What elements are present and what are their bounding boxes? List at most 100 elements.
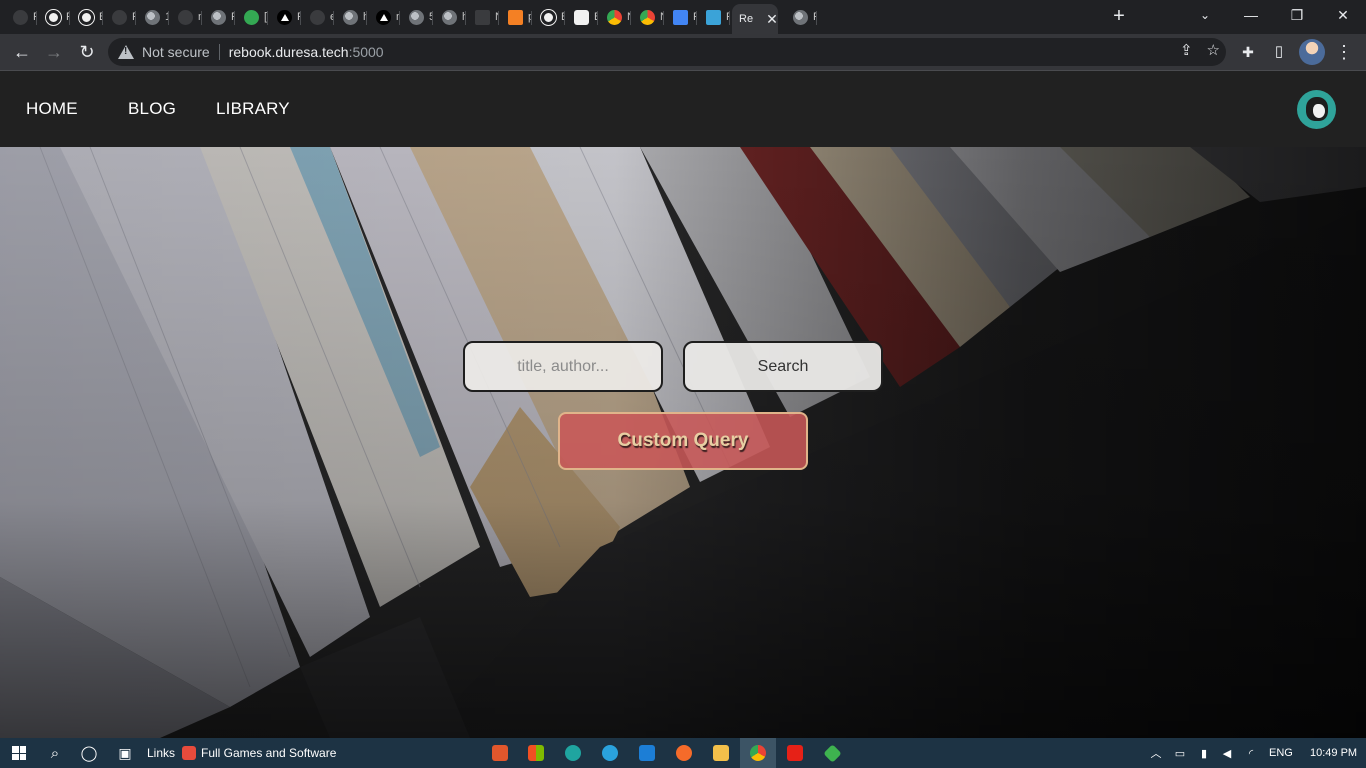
meet-now-icon[interactable]: ▭	[1172, 738, 1188, 768]
chrome-app-icon	[750, 745, 766, 761]
browser-tab[interactable]: R	[786, 5, 817, 29]
tab-separator	[267, 11, 268, 25]
browser-tab[interactable]: e	[303, 5, 334, 29]
browser-tab[interactable]: B	[534, 5, 565, 29]
tab-active[interactable]: Re ✕	[732, 4, 778, 34]
minimize-button[interactable]: —	[1228, 0, 1274, 32]
new-tab-button[interactable]: +	[1108, 4, 1130, 28]
browser-tab[interactable]: B	[567, 5, 598, 29]
globe-icon	[145, 9, 160, 25]
language-indicator[interactable]: ENG	[1269, 738, 1293, 768]
avatar-face	[1313, 104, 1325, 118]
browser-tab[interactable]: N	[468, 5, 499, 29]
close-window-button[interactable]: ✕	[1320, 0, 1366, 32]
tab-separator	[201, 11, 202, 25]
volume-icon[interactable]: ◀	[1219, 738, 1235, 768]
nav-home-link[interactable]: HOME	[26, 99, 78, 119]
vercel-triangle-icon	[379, 13, 388, 21]
nav-library-link[interactable]: LIBRARY	[216, 99, 290, 119]
github-icon	[79, 9, 94, 25]
nav-blog-link[interactable]: BLOG	[128, 99, 176, 119]
full-games-link[interactable]: Full Games and Software	[182, 738, 336, 768]
browser-tab[interactable]: 1	[138, 5, 169, 29]
taskbar-app-telegram[interactable]	[600, 738, 620, 768]
taskbar-app-mail[interactable]	[637, 738, 657, 768]
github-dim-icon	[178, 9, 193, 25]
tab-separator	[102, 11, 103, 25]
github-icon	[541, 9, 556, 25]
tab-separator	[498, 11, 499, 25]
taskbar-app-git[interactable]	[822, 738, 842, 768]
clock[interactable]: 10:49 PM	[1310, 738, 1357, 768]
browser-tab[interactable]: R	[666, 5, 697, 29]
browser-tab[interactable]: 5	[402, 5, 433, 29]
browser-tab[interactable]: R	[204, 5, 235, 29]
restore-button[interactable]: ❐	[1274, 0, 1320, 32]
browser-tab[interactable]: h	[435, 5, 466, 29]
tab-separator	[135, 11, 136, 25]
browser-tab[interactable]: R	[699, 5, 730, 29]
taskbar-app-firefox[interactable]	[674, 738, 694, 768]
browser-tab[interactable]: R	[39, 5, 70, 29]
taskbar-app-edge[interactable]	[563, 738, 583, 768]
tab-separator	[696, 11, 697, 25]
taskbar-app-pdf[interactable]	[490, 738, 510, 768]
warning-icon	[118, 45, 134, 59]
browser-tab[interactable]: R	[105, 5, 136, 29]
chrome-icon	[607, 9, 622, 25]
firefox-app-icon	[676, 745, 692, 761]
address-bar[interactable]: Not secure rebook.duresa.tech:5000 ⇪ ☆	[108, 38, 1226, 66]
tab-separator	[333, 11, 334, 25]
tab-separator	[234, 11, 235, 25]
wifi-icon[interactable]: ◜	[1243, 738, 1259, 768]
extensions-icon[interactable]: ✚	[1234, 38, 1262, 66]
browser-menu-icon[interactable]: ⋮	[1330, 38, 1358, 66]
browser-tab[interactable]: N	[600, 5, 631, 29]
browser-tab[interactable]: [	[237, 5, 268, 29]
notion-icon	[574, 9, 589, 25]
start-button[interactable]	[8, 738, 30, 768]
profile-avatar[interactable]	[1299, 39, 1325, 65]
full-games-label: Full Games and Software	[201, 746, 337, 760]
browser-tab[interactable]: P	[6, 5, 37, 29]
battery-icon[interactable]: ▮	[1196, 738, 1212, 768]
user-avatar[interactable]	[1297, 90, 1336, 129]
browser-tab[interactable]: h	[336, 5, 367, 29]
hero-section: Search Custom Query	[0, 147, 1366, 738]
taskbar-app-store[interactable]	[526, 738, 546, 768]
stackoverflow-icon	[508, 9, 523, 25]
globe-icon	[211, 9, 226, 25]
search-input[interactable]	[463, 341, 663, 392]
side-panel-icon[interactable]: ▯	[1265, 38, 1293, 66]
forward-button[interactable]: →	[40, 38, 68, 66]
tab-search-button[interactable]: ⌄	[1194, 2, 1216, 28]
browser-tab[interactable]: N	[633, 5, 664, 29]
docs-icon	[673, 9, 688, 25]
browser-tab[interactable]: n	[171, 5, 202, 29]
taskbar-app-youtube[interactable]	[785, 738, 805, 768]
reload-button[interactable]: ↻	[73, 38, 101, 66]
tab-separator	[399, 11, 400, 25]
task-view-icon[interactable]: ▣	[114, 738, 136, 768]
tab-close-icon[interactable]: ✕	[766, 11, 778, 28]
share-icon[interactable]: ⇪	[1180, 41, 1193, 59]
custom-query-button[interactable]: Custom Query	[558, 412, 808, 470]
back-button[interactable]: ←	[8, 38, 36, 66]
browser-tab[interactable]: P	[270, 5, 301, 29]
search-button[interactable]: Search	[683, 341, 883, 392]
taskbar-app-explorer[interactable]	[711, 738, 731, 768]
search-taskbar-icon[interactable]: ⌕	[44, 738, 66, 768]
gear-icon	[244, 9, 259, 25]
browser-tab[interactable]: n	[369, 5, 400, 29]
github-icon	[46, 9, 61, 25]
security-label[interactable]: Not secure	[142, 44, 210, 60]
bookmark-star-icon[interactable]: ☆	[1207, 41, 1220, 59]
taskbar-app-chrome[interactable]	[740, 738, 776, 768]
browser-tab[interactable]: B	[72, 5, 103, 29]
links-toolbar-label[interactable]: Links	[147, 738, 175, 768]
cortana-icon[interactable]: ◯	[78, 738, 100, 768]
mail-app-icon	[639, 745, 655, 761]
vercel-icon	[376, 9, 391, 25]
browser-tab[interactable]: p	[501, 5, 532, 29]
tray-overflow-icon[interactable]: ︿	[1148, 738, 1164, 768]
